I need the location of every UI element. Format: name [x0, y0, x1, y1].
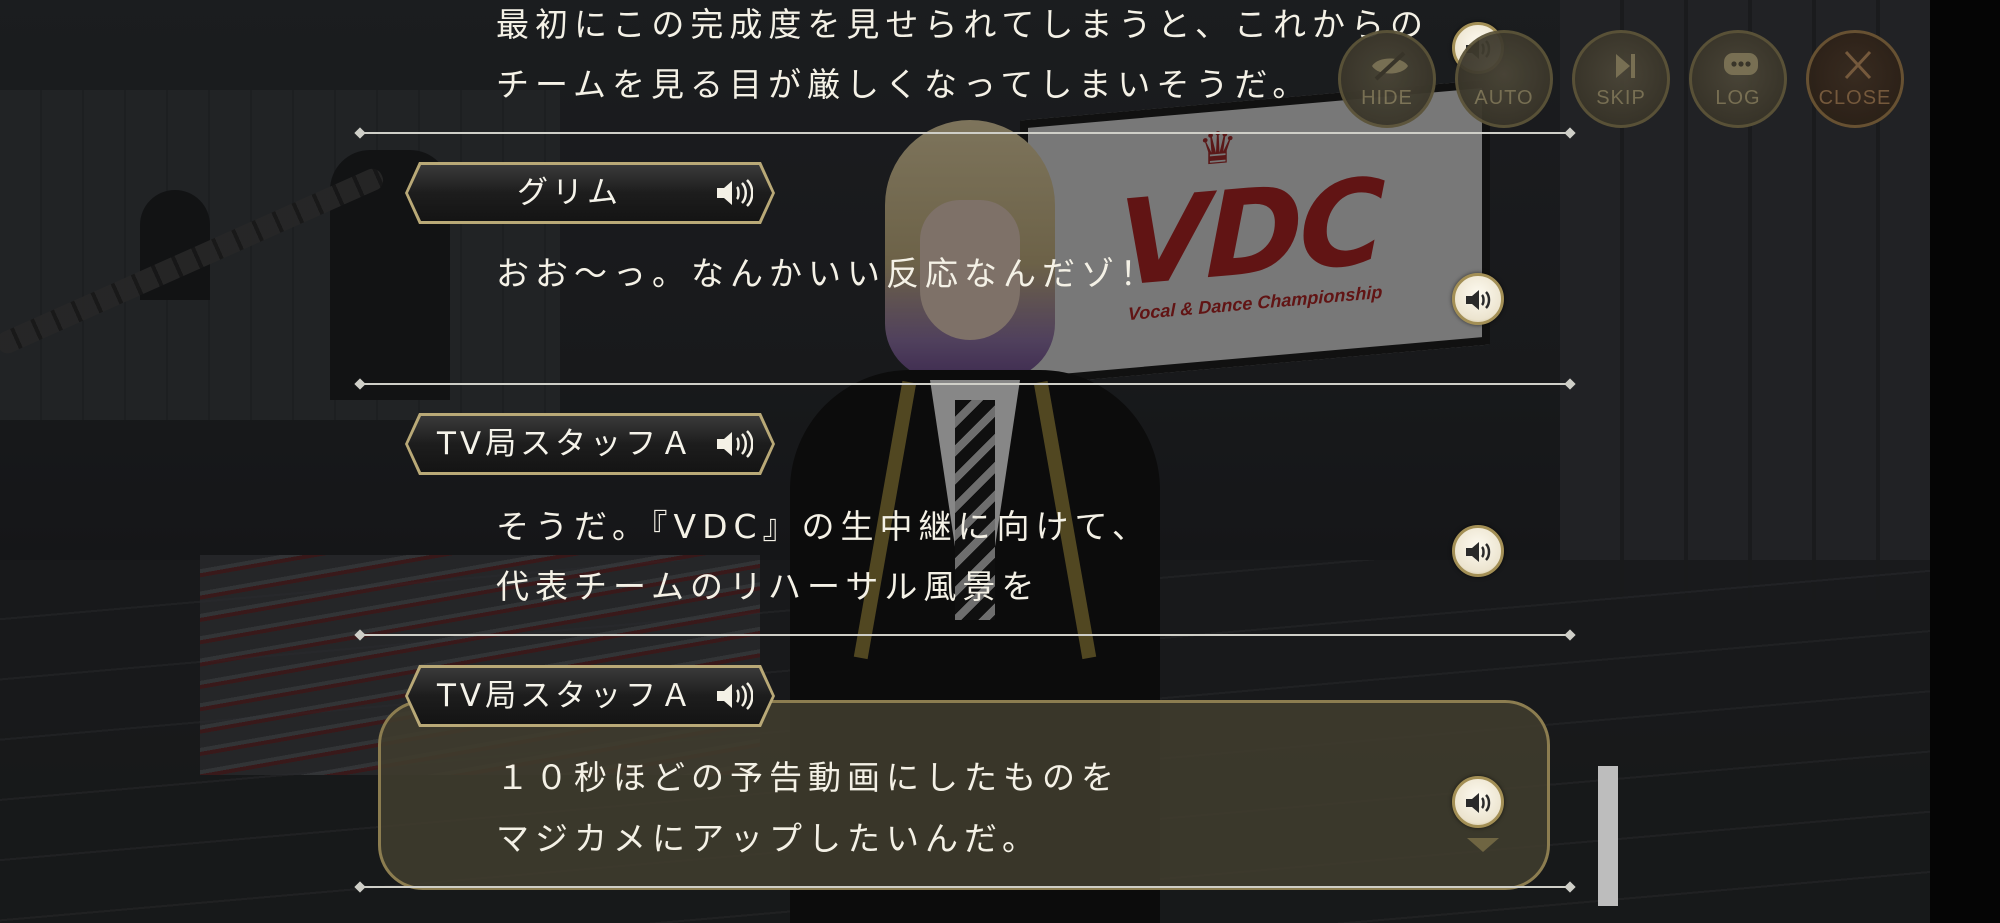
speaker-name-plate: TV局スタッフＡ [405, 413, 775, 475]
speaker-icon [1466, 290, 1491, 310]
log-line: マジカメにアップしたいんだ。 [496, 819, 1042, 858]
log-line: １０秒ほどの予告動画にしたものを [496, 758, 1120, 797]
entry-divider [360, 634, 1570, 636]
eye-slash-icon [1372, 51, 1408, 81]
speaker-name-plate: TV局スタッフＡ [405, 665, 775, 727]
log-line: おお～っ。なんかいい反応なんだゾ！ [496, 254, 1159, 293]
chat-bubble-icon [1724, 53, 1758, 75]
auto-label: AUTO [1474, 87, 1534, 109]
speaker-name: TV局スタッフＡ [437, 426, 696, 462]
speaker-name-plate: グリム [405, 162, 775, 224]
skip-label: SKIP [1596, 87, 1646, 109]
chevron-down-icon [1467, 838, 1499, 852]
screen-edge [1930, 0, 2000, 923]
auto-button[interactable]: AUTO [1455, 30, 1553, 128]
log-line: チームを見る目が厳しくなってしまいそうだ。 [496, 65, 1312, 104]
speaker-icon [1466, 793, 1491, 813]
skip-icon [1616, 54, 1635, 78]
entry-divider [360, 886, 1570, 888]
log-line: そうだ。『VDC』の生中継に向けて、 [496, 507, 1151, 546]
entry-divider [360, 132, 1570, 134]
hide-label: HIDE [1361, 87, 1413, 109]
log-button[interactable]: LOG [1689, 30, 1787, 128]
speaker-icon [717, 430, 753, 458]
voice-replay-button[interactable] [1452, 525, 1504, 577]
voice-replay-button[interactable] [1452, 273, 1504, 325]
speaker-name: TV局スタッフＡ [437, 678, 696, 714]
log-line: 最初にこの完成度を見せられてしまうと、これからの [496, 5, 1430, 44]
speaker-icon [717, 682, 753, 710]
close-button[interactable]: CLOSE [1806, 30, 1904, 128]
hide-button[interactable]: HIDE [1338, 30, 1436, 128]
skip-button[interactable]: SKIP [1572, 30, 1670, 128]
speaker-icon [1466, 542, 1491, 562]
close-label: CLOSE [1818, 87, 1892, 109]
entry-divider [360, 383, 1570, 385]
log-scrollbar[interactable] [1598, 766, 1618, 906]
log-line: 代表チームのリハーサル風景を [496, 567, 1041, 606]
log-label: LOG [1715, 87, 1761, 109]
speaker-icon [717, 179, 753, 207]
speaker-name: グリム [517, 175, 622, 211]
close-x-icon [1844, 50, 1872, 80]
voice-replay-button[interactable] [1452, 776, 1504, 828]
